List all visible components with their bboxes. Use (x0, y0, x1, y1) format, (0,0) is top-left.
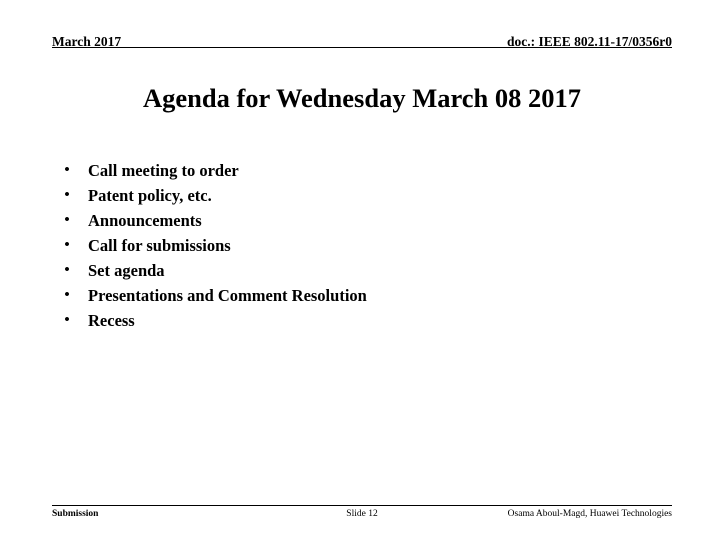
list-item-label: Call meeting to order (88, 161, 239, 180)
bullet-icon: • (64, 162, 70, 178)
list-item: • Announcements (56, 208, 656, 233)
bullet-icon: • (64, 237, 70, 253)
agenda-list: • Call meeting to order • Patent policy,… (56, 158, 656, 333)
list-item-label: Patent policy, etc. (88, 186, 212, 205)
header-divider (52, 47, 672, 48)
list-item-label: Announcements (88, 211, 202, 230)
bullet-icon: • (64, 262, 70, 278)
slide-footer: Submission Slide 12 Osama Aboul-Magd, Hu… (52, 507, 672, 523)
bullet-icon: • (64, 212, 70, 228)
slide-canvas: March 2017 doc.: IEEE 802.11-17/0356r0 A… (0, 0, 720, 540)
list-item: • Recess (56, 308, 656, 333)
list-item-label: Recess (88, 311, 135, 330)
page-title: Agenda for Wednesday March 08 2017 (142, 83, 581, 113)
list-item: • Call for submissions (56, 233, 656, 258)
list-item: • Set agenda (56, 258, 656, 283)
footer-divider (52, 505, 672, 506)
list-item: • Call meeting to order (56, 158, 656, 183)
list-item-label: Set agenda (88, 261, 165, 280)
bullet-icon: • (64, 187, 70, 203)
footer-author-label: Osama Aboul-Magd, Huawei Technologies (507, 509, 672, 519)
bullet-icon: • (64, 312, 70, 328)
list-item-label: Presentations and Comment Resolution (88, 286, 367, 305)
bullet-icon: • (64, 287, 70, 303)
list-item-label: Call for submissions (88, 236, 231, 255)
list-item: • Patent policy, etc. (56, 183, 656, 208)
list-item: • Presentations and Comment Resolution (56, 283, 656, 308)
